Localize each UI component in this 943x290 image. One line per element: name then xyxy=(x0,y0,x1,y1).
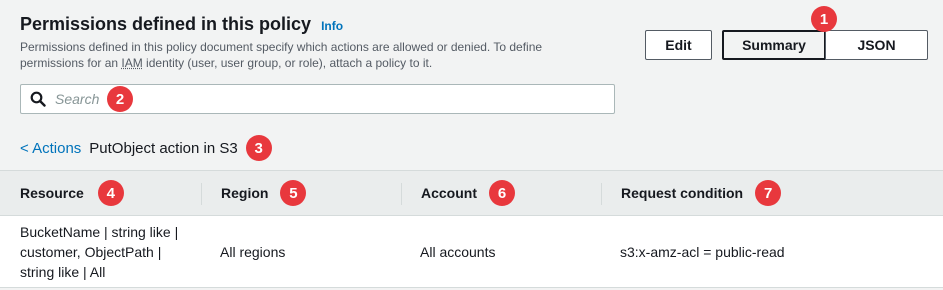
callout-marker-2: 2 xyxy=(107,86,133,112)
column-header-region[interactable]: Region 5 xyxy=(221,171,307,215)
breadcrumb: < Actions PutObject action in S3 3 xyxy=(20,135,272,161)
cell-account: All accounts xyxy=(420,244,496,260)
breadcrumb-current: PutObject action in S3 xyxy=(89,139,238,157)
search-icon xyxy=(21,91,55,107)
column-label-region: Region xyxy=(221,185,269,201)
page-title: Permissions defined in this policy xyxy=(20,14,312,34)
callout-marker-4: 4 xyxy=(97,180,124,206)
column-header-account[interactable]: Account 6 xyxy=(421,171,515,215)
cell-request-condition: s3:x-amz-acl = public-read xyxy=(620,244,785,260)
column-divider[interactable] xyxy=(201,183,202,205)
callout-marker-1: 1 xyxy=(811,6,837,32)
resource-line: string like | All xyxy=(20,264,106,280)
column-divider[interactable] xyxy=(401,183,402,205)
column-label-resource: Resource xyxy=(20,185,84,201)
description-text-2: identity (user, user group, or role), at… xyxy=(142,56,433,70)
column-divider[interactable] xyxy=(601,183,602,205)
table-header: Resource 4 Region 5 Account 6 Request co… xyxy=(0,170,943,216)
callout-marker-5: 5 xyxy=(280,180,307,206)
summary-tab-button[interactable]: Summary xyxy=(722,30,826,60)
callout-marker-3: 3 xyxy=(245,135,272,161)
edit-button[interactable]: Edit xyxy=(645,30,712,60)
title-row: Permissions defined in this policy Info xyxy=(20,14,343,35)
callout-marker-6: 6 xyxy=(489,180,515,206)
actions-back-link[interactable]: < Actions xyxy=(20,140,81,157)
cell-region: All regions xyxy=(220,244,286,260)
column-label-account: Account xyxy=(421,185,477,201)
column-header-request-condition[interactable]: Request condition 7 xyxy=(621,171,782,215)
json-tab-button[interactable]: JSON xyxy=(825,30,928,60)
table-row: BucketName | string like | customer, Obj… xyxy=(0,216,943,288)
cell-resource: BucketName | string like | customer, Obj… xyxy=(20,222,200,282)
resource-line: customer, ObjectPath | xyxy=(20,244,162,260)
info-link[interactable]: Info xyxy=(321,19,343,33)
search-input[interactable] xyxy=(55,91,575,107)
iam-term: IAM xyxy=(121,56,143,70)
column-label-request-condition: Request condition xyxy=(621,185,744,201)
resource-line: BucketName | string like | xyxy=(20,224,179,240)
page-description: Permissions defined in this policy docum… xyxy=(20,39,580,71)
callout-marker-7: 7 xyxy=(755,180,782,206)
column-header-resource[interactable]: Resource 4 xyxy=(20,171,124,215)
